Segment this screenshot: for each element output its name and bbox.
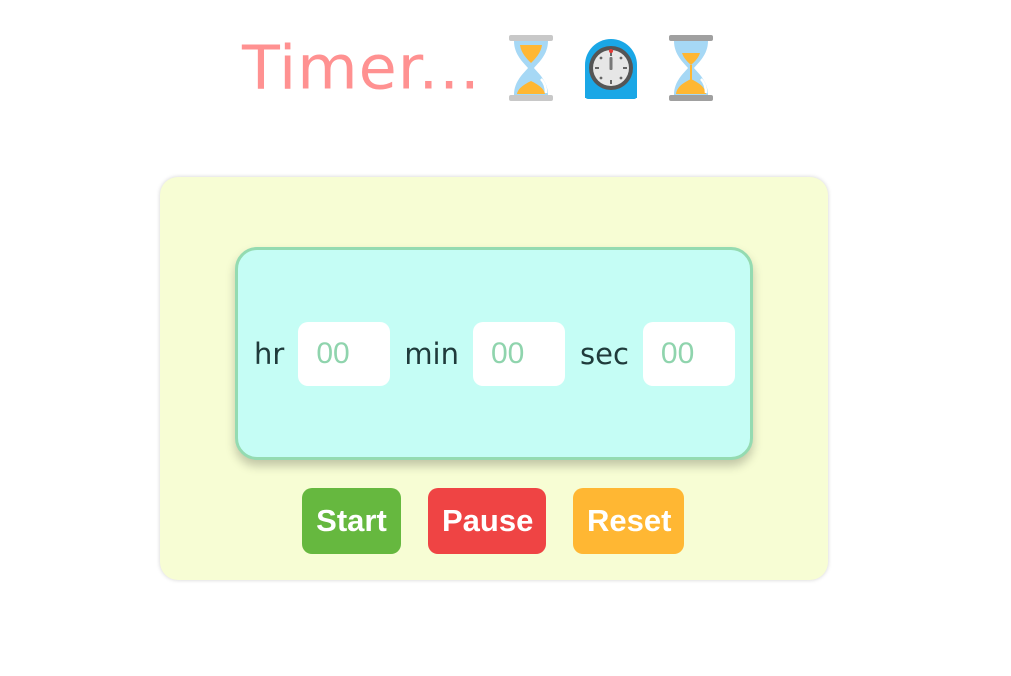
timer-clock-icon (583, 33, 639, 103)
timer-card: hr min sec Start Pause Reset (160, 177, 828, 580)
header: Timer... (242, 28, 719, 108)
hourglass-flowing-icon (663, 33, 719, 103)
hourglass-done-icon (503, 33, 559, 103)
reset-button[interactable]: Reset (573, 488, 684, 554)
minutes-input[interactable] (473, 322, 565, 386)
seconds-input[interactable] (642, 322, 735, 386)
seconds-label: sec (580, 336, 629, 371)
start-button[interactable]: Start (302, 488, 401, 554)
timer-page: Timer... hr 00 min 00 sec 00 Start Pause… (0, 0, 1011, 676)
page-title: Timer... (242, 31, 481, 104)
time-fields: hr min sec (254, 321, 735, 387)
time-display: hr min sec (235, 247, 753, 460)
hours-input[interactable] (298, 322, 391, 386)
minutes-label: min (404, 336, 459, 371)
timer-controls: Start Pause Reset (302, 488, 684, 554)
pause-button[interactable]: Pause (428, 488, 546, 554)
hours-label: hr (254, 336, 285, 371)
